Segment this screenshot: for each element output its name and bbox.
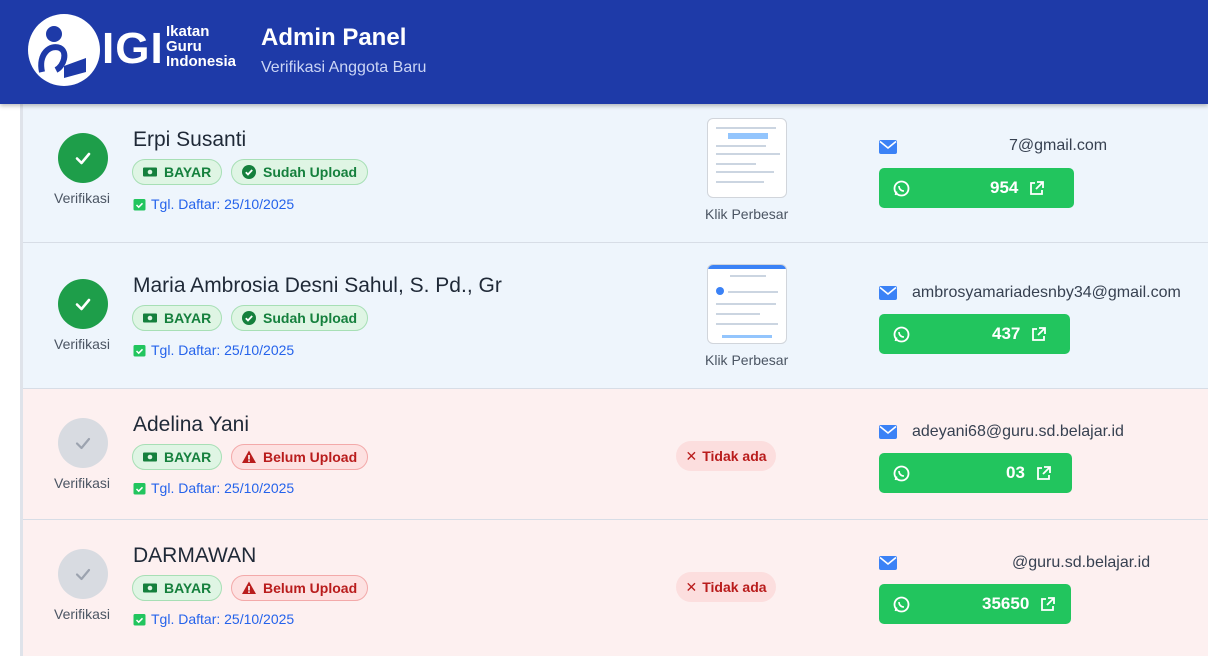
close-icon: ✕: [685, 578, 698, 595]
warning-icon: [242, 450, 256, 463]
enlarge-link[interactable]: Klik Perbesar: [705, 352, 788, 368]
payment-badge: BAYAR: [132, 159, 223, 185]
member-email: adeyani68@guru.sd.belajar.id: [912, 423, 1124, 440]
calendar-check-icon: [133, 483, 146, 495]
member-name: Erpi Susanti: [133, 128, 247, 151]
external-link-icon: [1037, 465, 1051, 480]
payment-badge: BAYAR: [132, 305, 223, 331]
logo-emblem-icon: [28, 14, 100, 86]
registration-date: Tgl. Daftar: 25/10/2025: [133, 196, 294, 212]
check-circle-icon: [242, 311, 256, 325]
calendar-check-icon: [133, 345, 146, 357]
member-name: DARMAWAN: [133, 544, 257, 567]
external-link-icon: [1030, 180, 1045, 195]
close-icon: ✕: [685, 447, 698, 464]
warning-icon: [242, 581, 256, 594]
check-icon: [75, 298, 91, 311]
upload-status-badge: Sudah Upload: [231, 159, 369, 185]
whatsapp-button[interactable]: 437: [879, 314, 1070, 354]
registration-date: Tgl. Daftar: 25/10/2025: [133, 342, 294, 358]
check-icon: [75, 437, 91, 450]
envelope-icon: [879, 556, 897, 570]
calendar-check-icon: [133, 614, 146, 626]
whatsapp-icon: [893, 326, 910, 342]
external-link-icon: [1032, 326, 1047, 341]
member-email: 7@gmail.com: [1009, 137, 1108, 154]
envelope-icon: [879, 286, 897, 300]
whatsapp-button[interactable]: 35650: [879, 584, 1071, 624]
verify-button[interactable]: [58, 549, 108, 599]
whatsapp-button[interactable]: 954: [879, 168, 1074, 208]
whatsapp-icon: [893, 465, 910, 481]
payment-badge: BAYAR: [132, 444, 223, 470]
logo-text: IGI: [102, 24, 164, 73]
verify-label: Verifikasi: [54, 606, 111, 622]
verify-label: Verifikasi: [54, 190, 111, 206]
verify-label: Verifikasi: [54, 336, 111, 352]
igi-logo: IGI Ikatan Guru Indonesia: [28, 14, 248, 86]
check-icon: [75, 568, 91, 581]
payment-proof-thumbnail[interactable]: [707, 118, 787, 198]
page-subtitle: Verifikasi Anggota Baru: [261, 59, 427, 76]
whatsapp-button[interactable]: 03: [879, 453, 1072, 493]
whatsapp-icon: [893, 180, 910, 196]
no-proof-badge: ✕ Tidak ada: [676, 441, 776, 471]
verify-button[interactable]: [58, 418, 108, 468]
verify-button[interactable]: [58, 133, 108, 183]
payment-badge: BAYAR: [132, 575, 223, 601]
member-row: Verifikasi Erpi Susanti BAYAR Sudah Uplo…: [23, 104, 1208, 243]
money-icon: [143, 583, 157, 593]
envelope-icon: [879, 140, 897, 154]
calendar-check-icon: [133, 199, 146, 211]
member-name: Adelina Yani: [133, 413, 249, 436]
upload-status-badge: Belum Upload: [231, 575, 369, 601]
whatsapp-icon: [893, 596, 910, 612]
money-icon: [143, 452, 157, 462]
check-circle-icon: [242, 165, 256, 179]
verify-label: Verifikasi: [54, 475, 111, 491]
money-icon: [143, 313, 157, 323]
verify-button[interactable]: [58, 279, 108, 329]
page-title: Admin Panel: [261, 24, 407, 51]
registration-date: Tgl. Daftar: 25/10/2025: [133, 480, 294, 496]
no-proof-badge: ✕ Tidak ada: [676, 572, 776, 602]
registration-date: Tgl. Daftar: 25/10/2025: [133, 611, 294, 627]
check-icon: [75, 152, 91, 165]
upload-status-badge: Sudah Upload: [231, 305, 369, 331]
member-row: Verifikasi DARMAWAN BAYAR Belum Upload T…: [23, 520, 1208, 656]
money-icon: [143, 167, 157, 177]
upload-status-badge: Belum Upload: [231, 444, 369, 470]
enlarge-link[interactable]: Klik Perbesar: [705, 206, 788, 222]
app-header: IGI Ikatan Guru Indonesia Admin Panel Ve…: [0, 0, 1208, 104]
member-email: ambrosyamariadesnby34@gmail.com: [912, 284, 1181, 301]
member-row: Verifikasi Maria Ambrosia Desni Sahul, S…: [23, 243, 1208, 389]
external-link-icon: [1041, 596, 1056, 611]
member-row: Verifikasi Adelina Yani BAYAR Belum Uplo…: [23, 389, 1208, 520]
payment-proof-thumbnail[interactable]: [707, 264, 787, 344]
envelope-icon: [879, 425, 897, 439]
member-name: Maria Ambrosia Desni Sahul, S. Pd., Gr: [133, 274, 502, 297]
member-email: @guru.sd.belajar.id: [1012, 554, 1151, 571]
logo-subtext: Ikatan Guru Indonesia: [166, 23, 237, 70]
